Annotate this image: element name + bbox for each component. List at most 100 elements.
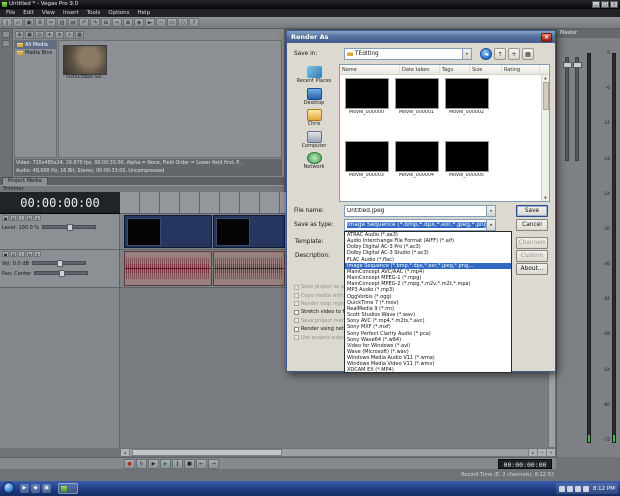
- track-mute-button[interactable]: Ø: [10, 215, 17, 221]
- undo-icon[interactable]: ↶: [79, 18, 89, 27]
- copy-icon[interactable]: ▥: [57, 18, 67, 27]
- chevron-down-icon[interactable]: [486, 220, 495, 230]
- audio-track-automation-button[interactable]: ▾: [34, 251, 41, 257]
- custom-button[interactable]: Custom: [516, 250, 548, 262]
- checkbox-icon[interactable]: [294, 326, 299, 332]
- trimmer-panel-header[interactable]: Trimmer: [0, 185, 284, 192]
- track-solo-button[interactable]: !: [18, 215, 25, 221]
- chevron-down-icon[interactable]: [486, 206, 495, 216]
- record-button[interactable]: ●: [124, 458, 135, 469]
- zoom-edit-tool-icon[interactable]: ○: [178, 18, 188, 27]
- go-to-start-button[interactable]: ⇤: [196, 458, 207, 469]
- render-option-checkbox[interactable]: Save project markers in media file: [294, 317, 344, 325]
- tray-icon[interactable]: [574, 485, 581, 492]
- save-as-type-combo[interactable]: Image Sequence (*.bmp,*.dpx,*.exr,*.jpeg…: [344, 219, 496, 231]
- video-event[interactable]: [124, 215, 212, 248]
- cancel-button[interactable]: Cancel: [516, 219, 548, 231]
- menu-item[interactable]: File: [2, 9, 19, 17]
- scrollbar-thumb[interactable]: [542, 82, 549, 110]
- audio-track-mute-button[interactable]: Ø: [10, 251, 17, 257]
- column-header[interactable]: Size: [470, 65, 502, 74]
- transport-time-display[interactable]: 00:00:00:00: [498, 459, 552, 469]
- sidebar-item-desktop[interactable]: Desktop: [292, 87, 336, 107]
- format-option[interactable]: XDCAM EX (*.MP4): [345, 367, 511, 372]
- menu-item[interactable]: Insert: [59, 9, 83, 17]
- file-list-scrollbar[interactable]: [541, 75, 549, 201]
- slider-handle[interactable]: [56, 260, 63, 267]
- column-header[interactable]: Rating: [502, 65, 540, 74]
- track-pan-slider[interactable]: [34, 270, 89, 277]
- save-in-combo[interactable]: TEditing: [344, 48, 472, 60]
- scroll-left-icon[interactable]: ◂: [121, 449, 130, 456]
- column-header[interactable]: Tags: [440, 65, 470, 74]
- checkbox-icon[interactable]: [294, 284, 299, 290]
- dock-close-icon[interactable]: [2, 40, 10, 47]
- checkbox-icon[interactable]: [294, 293, 299, 299]
- file-item[interactable]: Movie_000002: [442, 77, 491, 139]
- render-option-checkbox[interactable]: Stretch video to fill output frame size …: [294, 308, 344, 316]
- taskbar-app-button[interactable]: [58, 483, 78, 494]
- audio-track-arm-button[interactable]: ●: [2, 251, 9, 257]
- quick-launch-icon-1[interactable]: ▶: [20, 484, 29, 493]
- go-to-end-button[interactable]: ⇥: [208, 458, 219, 469]
- sidebar-item-computer[interactable]: Computer: [292, 130, 336, 150]
- quick-launch-icon-3[interactable]: ▣: [42, 484, 51, 493]
- checkbox-icon[interactable]: [294, 301, 299, 307]
- audio-track-header[interactable]: ● Ø! fx ▾ Vol: 0.0 dB Pan: Center: [0, 250, 120, 288]
- tray-icon[interactable]: [566, 485, 573, 492]
- save-project-icon[interactable]: ▣: [24, 18, 34, 27]
- redo-icon[interactable]: ↷: [90, 18, 100, 27]
- play-button[interactable]: ▶: [160, 458, 171, 469]
- checkbox-icon[interactable]: [294, 318, 299, 324]
- track-volume-slider[interactable]: [31, 260, 86, 267]
- tray-icon[interactable]: [582, 485, 589, 492]
- render-option-checkbox[interactable]: Copy media with project: [294, 291, 344, 299]
- quick-launch-icon-2[interactable]: ◆: [31, 484, 40, 493]
- start-button[interactable]: [3, 482, 15, 494]
- timeline-time-display[interactable]: 00:00:00:00: [0, 192, 120, 214]
- menu-item[interactable]: View: [38, 9, 59, 17]
- taskbar-clock[interactable]: 8:12 PM: [593, 486, 615, 492]
- minimize-button[interactable]: _: [592, 1, 600, 8]
- paste-icon[interactable]: ▤: [68, 18, 78, 27]
- audio-event[interactable]: [124, 251, 212, 286]
- capture-video-icon[interactable]: ▣: [25, 30, 34, 39]
- about-button[interactable]: About...: [516, 263, 548, 275]
- import-media-icon[interactable]: ⊕: [15, 30, 24, 39]
- dialog-title-bar[interactable]: Render As ×: [287, 31, 555, 43]
- chevron-down-icon[interactable]: [462, 49, 471, 59]
- open-project-icon[interactable]: ▱: [13, 18, 23, 27]
- scrollbar-thumb[interactable]: [132, 449, 282, 456]
- back-icon[interactable]: ◄: [480, 48, 492, 60]
- file-item[interactable]: Movie_000004: [392, 140, 441, 200]
- master-fader-right[interactable]: [573, 57, 582, 161]
- normal-edit-tool-icon[interactable]: ►: [145, 18, 155, 27]
- views-icon[interactable]: ▦: [75, 30, 84, 39]
- ignore-event-grouping-icon[interactable]: ◈: [134, 18, 144, 27]
- selection-edit-tool-icon[interactable]: ▭: [167, 18, 177, 27]
- pause-button[interactable]: ‖: [172, 458, 183, 469]
- video-track-header[interactable]: ● Ø! fx ▾ Level: 100.0 %: [0, 214, 120, 250]
- media-properties-icon[interactable]: ≡: [55, 30, 64, 39]
- slider-handle[interactable]: [67, 224, 74, 231]
- checkbox-icon[interactable]: [294, 335, 299, 341]
- scroll-right-icon[interactable]: ▸: [528, 449, 537, 456]
- render-option-checkbox[interactable]: Render using networked computers: [294, 325, 344, 333]
- media-bin-item[interactable]: All Media: [15, 41, 56, 49]
- close-button[interactable]: ×: [610, 1, 618, 8]
- column-header[interactable]: Date taken: [400, 65, 440, 74]
- maximize-button[interactable]: ▢: [601, 1, 609, 8]
- play-from-start-button[interactable]: ▶: [148, 458, 159, 469]
- file-item[interactable]: Movie_000005: [442, 140, 491, 200]
- render-option-checkbox[interactable]: Render loop region only: [294, 300, 344, 308]
- track-arm-button[interactable]: ●: [2, 215, 9, 221]
- render-option-checkbox[interactable]: Use project output rotation setting: [294, 333, 344, 341]
- zoom-out-icon[interactable]: −: [537, 449, 546, 456]
- save-button[interactable]: Save: [516, 205, 548, 217]
- views-icon[interactable]: ▦: [522, 48, 534, 60]
- sidebar-item-chris[interactable]: Chris: [292, 109, 336, 128]
- auto-ripple-icon[interactable]: ≈: [112, 18, 122, 27]
- sidebar-item-network[interactable]: Network: [292, 152, 336, 171]
- file-item[interactable]: Movie_000001: [392, 77, 441, 139]
- render-option-checkbox[interactable]: Save project as path reference in render…: [294, 283, 344, 291]
